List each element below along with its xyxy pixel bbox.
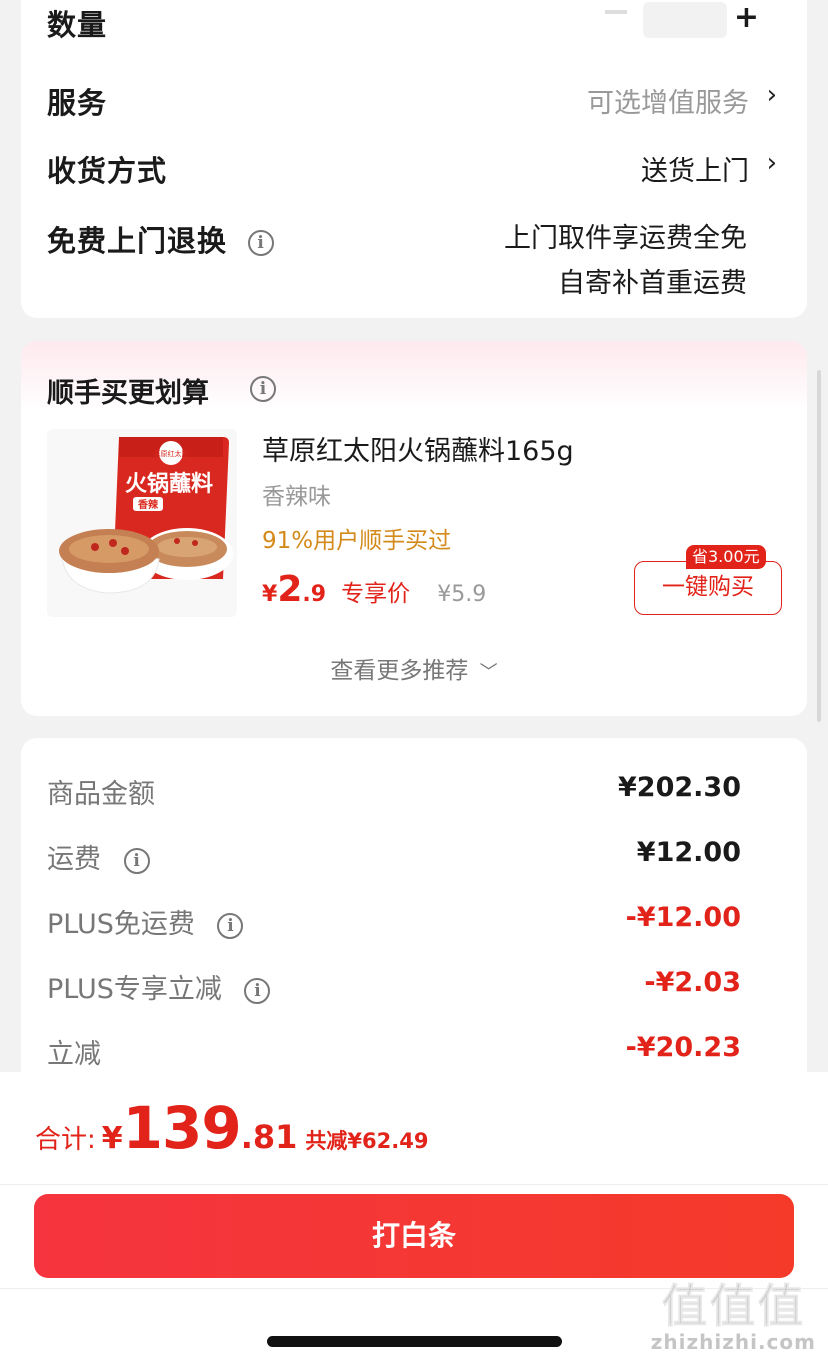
total-decimal: .81 — [240, 1118, 298, 1156]
goods-amount-value: ¥202.30 — [618, 772, 741, 803]
return-label-text: 免费上门退换 — [47, 224, 228, 258]
delivery-value[interactable]: 送货上门 — [641, 149, 749, 188]
price-decimal: .9 — [302, 582, 327, 607]
product-flavor: 香辣味 — [262, 484, 331, 510]
return-value: 上门取件享运费全免 自寄补首重运费 — [504, 216, 747, 300]
info-icon[interactable]: i — [217, 912, 244, 939]
upsell-title: 顺手买更划算 — [47, 378, 209, 409]
return-value-line1: 上门取件享运费全免 — [504, 223, 747, 254]
image-title: 火锅蘸料 — [125, 471, 213, 497]
one-click-buy-button[interactable]: 一键购买 — [634, 561, 782, 615]
plus-discount-text: PLUS专享立减 — [47, 974, 222, 1005]
home-indicator[interactable] — [267, 1336, 562, 1347]
return-label: 免费上门退换 i — [47, 218, 275, 260]
info-icon[interactable]: i — [244, 977, 271, 1004]
quantity-label: 数量 — [47, 8, 108, 42]
instant-discount-value: -¥20.23 — [625, 1032, 741, 1063]
save-badge: 省3.00元 — [686, 545, 766, 569]
instant-discount-label: 立减 — [47, 1039, 101, 1070]
service-label: 服务 — [47, 86, 108, 120]
upsell-card: 顺手买更划算 i 草原红太阳 火锅蘸料 香辣 草原红太阳火锅蘸料165g 香辣味… — [21, 341, 807, 716]
plus-discount-value: -¥2.03 — [644, 967, 741, 998]
info-icon[interactable]: i — [250, 376, 276, 402]
total-amount: 合计: ¥139.81 共减¥62.49 — [35, 1094, 428, 1162]
info-icon[interactable]: i — [248, 230, 275, 256]
goods-amount-label: 商品金额 — [47, 779, 155, 810]
watermark-text: zhizhizhi.com — [650, 1330, 816, 1354]
shipping-value: ¥12.00 — [636, 837, 741, 868]
watermark-logo: 值值值 — [661, 1279, 806, 1334]
see-more-recommendations[interactable]: 查看更多推荐 ﹀ — [21, 651, 807, 685]
delivery-chevron-icon[interactable]: › — [767, 148, 777, 178]
plus-free-shipping-label: PLUS免运费 i — [47, 902, 244, 941]
product-price: ¥2.9 专享价 ¥5.9 — [262, 569, 486, 610]
service-value[interactable]: 可选增值服务 — [587, 81, 749, 120]
chevron-down-icon: ﹀ — [479, 662, 498, 683]
original-price: ¥5.9 — [437, 582, 487, 607]
info-icon[interactable]: i — [123, 847, 150, 874]
product-bought-stat: 91%用户顺手买过 — [262, 528, 452, 554]
shipping-label-text: 运费 — [47, 844, 101, 875]
total-saved: 共减¥62.49 — [305, 1129, 429, 1153]
divider — [0, 1184, 828, 1185]
product-image-art: 草原红太阳 火锅蘸料 香辣 — [47, 429, 237, 617]
order-info-card: 数量 + 服务 可选增值服务 › 收货方式 送货上门 › 免费上门退换 i 上门… — [21, 0, 807, 318]
price-yen: ¥ — [262, 582, 278, 607]
plus-free-shipping-text: PLUS免运费 — [47, 909, 195, 940]
delivery-label: 收货方式 — [47, 154, 168, 188]
total-yen: ¥ — [101, 1121, 123, 1156]
service-chevron-icon[interactable]: › — [767, 80, 777, 110]
image-brand: 草原红太阳 — [154, 449, 189, 458]
shipping-label: 运费 i — [47, 837, 150, 876]
return-value-line2: 自寄补首重运费 — [558, 268, 747, 299]
quantity-minus-button[interactable] — [605, 10, 627, 14]
plus-discount-label: PLUS专享立减 i — [47, 967, 271, 1006]
total-integer: 139 — [122, 1094, 242, 1162]
product-name[interactable]: 草原红太阳火锅蘸料165g — [262, 429, 574, 468]
scrollbar[interactable] — [817, 370, 821, 722]
total-label: 合计: — [35, 1125, 96, 1155]
quantity-plus-button[interactable]: + — [734, 0, 759, 35]
image-subtitle: 香辣 — [138, 498, 159, 511]
plus-free-shipping-value: -¥12.00 — [625, 902, 741, 933]
exclusive-price-label: 专享价 — [341, 581, 411, 607]
see-more-label: 查看更多推荐 — [330, 658, 469, 684]
watermark: 值值值 zhizhizhi.com — [650, 1270, 816, 1355]
product-image[interactable]: 草原红太阳 火锅蘸料 香辣 — [47, 429, 237, 617]
pay-with-baitiao-button[interactable]: 打白条 — [34, 1194, 794, 1278]
quantity-input[interactable] — [643, 2, 727, 38]
price-integer: 2 — [277, 569, 303, 610]
